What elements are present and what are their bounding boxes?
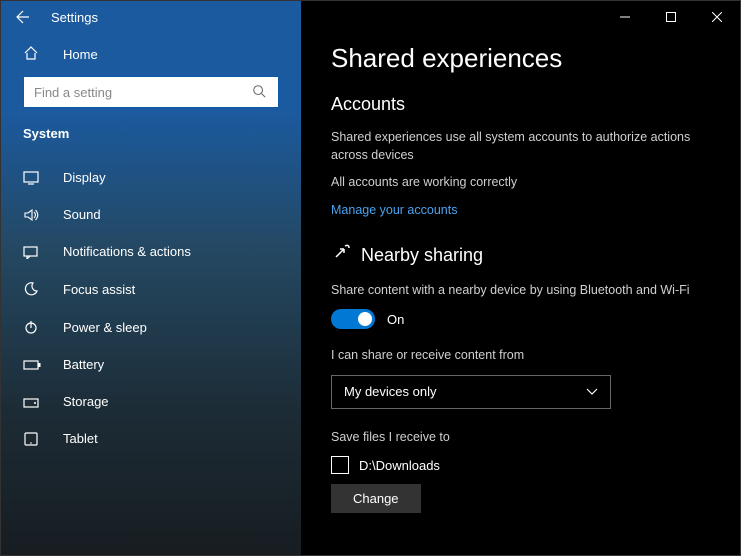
back-button[interactable] xyxy=(11,5,35,29)
search-input[interactable] xyxy=(34,85,252,100)
home-icon xyxy=(23,45,43,64)
storage-icon xyxy=(23,395,43,409)
toggle-knob xyxy=(358,312,372,326)
share-scope-dropdown[interactable]: My devices only xyxy=(331,375,611,409)
nav-label: Tablet xyxy=(63,431,98,446)
manage-accounts-link[interactable]: Manage your accounts xyxy=(331,203,457,217)
battery-icon xyxy=(23,359,43,371)
accounts-description: Shared experiences use all system accoun… xyxy=(331,129,710,164)
app-title: Settings xyxy=(51,10,98,25)
chevron-down-icon xyxy=(586,384,598,399)
sidebar-item-focus-assist[interactable]: Focus assist xyxy=(1,270,301,308)
nav-label: Sound xyxy=(63,207,101,222)
content-area: Shared experiences Accounts Shared exper… xyxy=(301,33,740,555)
close-button[interactable] xyxy=(694,1,740,33)
sidebar-section-label: System xyxy=(1,118,301,159)
share-icon xyxy=(331,243,351,268)
sidebar-item-storage[interactable]: Storage xyxy=(1,383,301,420)
maximize-icon xyxy=(666,12,676,22)
page-title: Shared experiences xyxy=(331,43,710,74)
sidebar-item-sound[interactable]: Sound xyxy=(1,196,301,233)
back-arrow-icon xyxy=(15,9,31,25)
sidebar-item-tablet[interactable]: Tablet xyxy=(1,420,301,457)
share-scope-label: I can share or receive content from xyxy=(331,347,710,365)
save-location-label: Save files I receive to xyxy=(331,429,710,447)
nav-label: Notifications & actions xyxy=(63,244,191,259)
power-icon xyxy=(23,319,43,335)
minimize-button[interactable] xyxy=(602,1,648,33)
sidebar-item-power-sleep[interactable]: Power & sleep xyxy=(1,308,301,346)
nav-label: Focus assist xyxy=(63,282,135,297)
nav-label: Power & sleep xyxy=(63,320,147,335)
sidebar: Settings Home System Display xyxy=(1,1,301,555)
sidebar-item-display[interactable]: Display xyxy=(1,159,301,196)
nav-label: Storage xyxy=(63,394,109,409)
nearby-toggle[interactable] xyxy=(331,309,375,329)
window-controls xyxy=(301,1,740,33)
close-icon xyxy=(712,12,722,22)
minimize-icon xyxy=(620,12,630,22)
folder-icon xyxy=(331,456,349,474)
sidebar-item-battery[interactable]: Battery xyxy=(1,346,301,383)
save-location-row: D:\Downloads xyxy=(331,456,710,474)
change-button[interactable]: Change xyxy=(331,484,421,513)
settings-window: Settings Home System Display xyxy=(0,0,741,556)
search-wrap xyxy=(1,76,301,118)
focus-assist-icon xyxy=(23,281,43,297)
main-panel: Shared experiences Accounts Shared exper… xyxy=(301,1,740,555)
sidebar-nav: Display Sound Notifications & actions Fo… xyxy=(1,159,301,457)
nav-label: Display xyxy=(63,170,106,185)
titlebar-left: Settings xyxy=(1,1,301,33)
nearby-heading-text: Nearby sharing xyxy=(361,245,483,266)
home-label: Home xyxy=(63,47,98,62)
notifications-icon xyxy=(23,245,43,259)
nearby-description: Share content with a nearby device by us… xyxy=(331,282,710,300)
nav-label: Battery xyxy=(63,357,104,372)
search-icon xyxy=(252,84,268,101)
search-box[interactable] xyxy=(23,76,279,108)
tablet-icon xyxy=(23,432,43,446)
nearby-toggle-row: On xyxy=(331,309,710,329)
save-path: D:\Downloads xyxy=(359,458,440,473)
toggle-label: On xyxy=(387,312,404,327)
dropdown-value: My devices only xyxy=(344,384,436,399)
accounts-heading: Accounts xyxy=(331,94,710,115)
accounts-status: All accounts are working correctly xyxy=(331,174,710,192)
maximize-button[interactable] xyxy=(648,1,694,33)
display-icon xyxy=(23,171,43,185)
nearby-heading: Nearby sharing xyxy=(331,243,710,268)
sidebar-item-notifications[interactable]: Notifications & actions xyxy=(1,233,301,270)
sound-icon xyxy=(23,208,43,222)
sidebar-home[interactable]: Home xyxy=(1,33,301,76)
